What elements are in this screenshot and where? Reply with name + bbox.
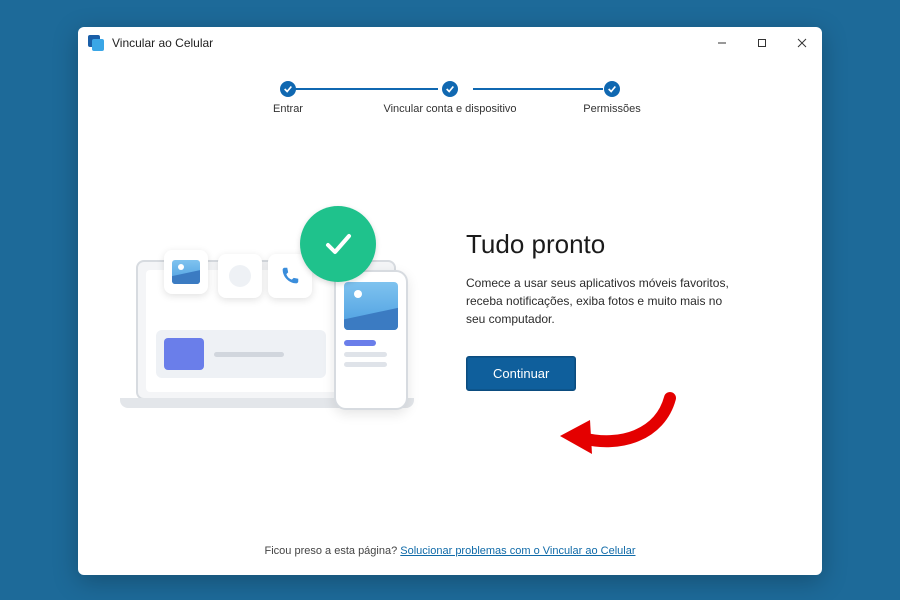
- close-icon: [797, 38, 807, 48]
- close-button[interactable]: [782, 27, 822, 59]
- step-permissoes: Permissões: [552, 81, 672, 115]
- page-heading: Tudo pronto: [466, 229, 764, 260]
- minimize-button[interactable]: [702, 27, 742, 59]
- continue-button[interactable]: Continuar: [466, 356, 576, 391]
- step-dot-complete: [442, 81, 458, 97]
- check-icon: [445, 84, 455, 94]
- illustration: [126, 200, 426, 420]
- check-icon: [283, 84, 293, 94]
- placeholder-bar: [214, 352, 284, 357]
- step-label: Vincular conta e dispositivo: [383, 103, 516, 115]
- step-label: Entrar: [273, 103, 303, 115]
- phone-photo-icon: [344, 282, 398, 330]
- placeholder-bar: [344, 362, 387, 367]
- placeholder-bar: [344, 352, 387, 357]
- message-icon: [229, 265, 251, 287]
- step-entrar: Entrar: [228, 81, 348, 115]
- photo-card-icon: [164, 250, 208, 294]
- phone-icon: [279, 265, 301, 287]
- minimize-icon: [717, 38, 727, 48]
- copy-block: Tudo pronto Comece a usar seus aplicativ…: [466, 229, 774, 391]
- progress-stepper: Entrar Vincular conta e dispositivo Perm…: [78, 81, 822, 115]
- maximize-button[interactable]: [742, 27, 782, 59]
- step-label: Permissões: [583, 103, 640, 115]
- thumbnail-icon: [164, 338, 204, 370]
- maximize-icon: [757, 38, 767, 48]
- step-dot-complete: [280, 81, 296, 97]
- footer-prefix: Ficou preso a esta página?: [265, 545, 401, 557]
- success-check-badge: [300, 206, 376, 282]
- photo-icon: [172, 260, 200, 284]
- app-window: Vincular ao Celular Entrar Vincular cont…: [78, 27, 822, 575]
- title-bar: Vincular ao Celular: [78, 27, 822, 59]
- placeholder-bar: [344, 340, 376, 346]
- step-dot-complete: [604, 81, 620, 97]
- laptop-list-row: [156, 330, 326, 378]
- window-title: Vincular ao Celular: [112, 36, 213, 50]
- troubleshoot-link[interactable]: Solucionar problemas com o Vincular ao C…: [400, 545, 635, 557]
- phone-illustration: [334, 270, 408, 410]
- check-icon: [607, 84, 617, 94]
- check-icon: [318, 224, 358, 264]
- page-body: Comece a usar seus aplicativos móveis fa…: [466, 274, 736, 328]
- app-icon: [88, 35, 104, 51]
- message-card-icon: [218, 254, 262, 298]
- footer-help: Ficou preso a esta página? Solucionar pr…: [78, 545, 822, 575]
- step-vincular: Vincular conta e dispositivo: [360, 81, 540, 115]
- main-content: Tudo pronto Comece a usar seus aplicativ…: [78, 115, 822, 545]
